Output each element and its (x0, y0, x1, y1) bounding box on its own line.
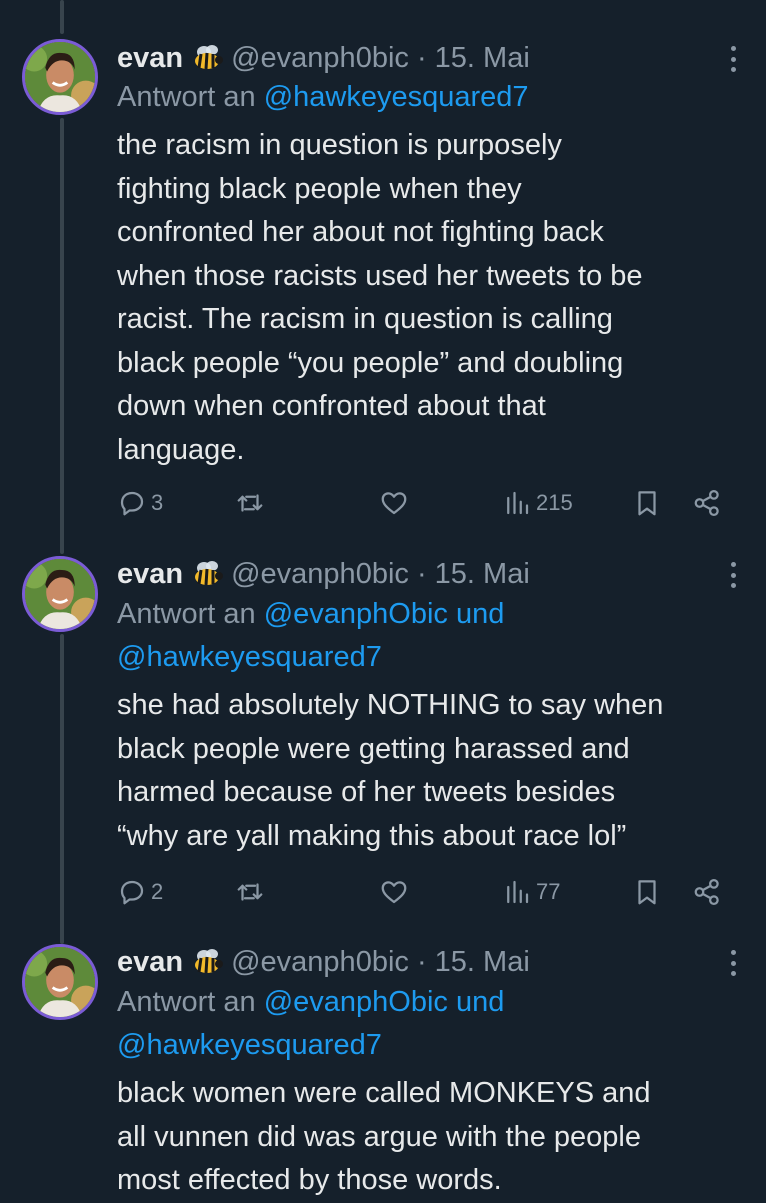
mention-link[interactable]: @evanphObic und (264, 986, 505, 1018)
avatar[interactable] (22, 944, 98, 1020)
tweet[interactable]: evan @evanph0bic · 15. Mai Antwort an @ev… (0, 554, 766, 934)
tweet-date[interactable]: · 15. Mai (417, 42, 530, 74)
reply-to-line: Antwort an @hawkeyesquared7 (117, 76, 747, 119)
author-name[interactable]: evan (117, 558, 183, 590)
tweet-date[interactable]: · 15. Mai (417, 946, 530, 978)
views-button[interactable]: 215 (502, 483, 573, 523)
heart-icon (381, 881, 407, 904)
retweet-button[interactable] (235, 872, 265, 912)
share-icon (694, 879, 719, 905)
tweet-date[interactable]: · 15. Mai (417, 558, 530, 590)
bee-icon (191, 43, 225, 71)
tweet-text: black women were called MONKEYS and all … (117, 1077, 651, 1196)
reply-button[interactable]: 2 (117, 872, 163, 912)
mention-link[interactable]: @hawkeyesquared7 (264, 81, 529, 113)
like-button[interactable] (379, 872, 409, 912)
avatar[interactable] (22, 556, 98, 632)
views-icon (507, 880, 529, 904)
reply-button[interactable]: 3 (117, 483, 163, 523)
tweet[interactable]: evan @evanph0bic · 15. Mai Antwort an @ha… (0, 38, 766, 538)
more-icon[interactable] (726, 558, 740, 592)
views-icon (507, 491, 529, 515)
tweet-header: evan @evanph0bic · 15. Mai (117, 554, 530, 594)
views-count: 77 (536, 879, 561, 904)
reply-prefix: Antwort an (117, 986, 264, 1018)
bookmark-icon (638, 880, 656, 905)
more-icon[interactable] (726, 42, 740, 76)
bookmark-icon (638, 491, 656, 516)
reply-to-line: Antwort an @evanphObic und @hawkeyesquar… (117, 593, 747, 679)
views-count: 215 (536, 490, 573, 515)
reply-prefix: Antwort an (117, 598, 264, 630)
reply-count: 3 (151, 490, 164, 515)
action-bar: 3 215 (117, 483, 737, 523)
mention-link[interactable]: @hawkeyesquared7 (117, 1029, 382, 1061)
mention-link[interactable]: @evanphObic und (264, 598, 505, 630)
retweet-icon (237, 494, 263, 512)
like-button[interactable] (379, 483, 409, 523)
retweet-icon (237, 883, 263, 901)
share-icon (694, 490, 719, 516)
avatar[interactable] (22, 39, 98, 115)
tweet-header: evan @evanph0bic · 15. Mai (117, 942, 530, 982)
bee-icon (191, 947, 225, 975)
tweet[interactable]: evan @evanph0bic · 15. Mai Antwort an @ev… (0, 942, 766, 1200)
reply-prefix: Antwort an (117, 81, 264, 113)
author-name[interactable]: evan (117, 946, 183, 978)
author-name[interactable]: evan (117, 42, 183, 74)
bee-icon (191, 559, 225, 587)
tweet-text: she had absolutely NOTHING to say when b… (117, 689, 664, 852)
author-handle[interactable]: @evanph0bic (231, 946, 409, 978)
heart-icon (381, 492, 407, 515)
reply-icon (120, 880, 144, 905)
bookmark-button[interactable] (632, 872, 662, 912)
reply-to-line: Antwort an @evanphObic und @hawkeyesquar… (117, 981, 747, 1067)
author-handle[interactable]: @evanph0bic (231, 558, 409, 590)
thread-line-top (60, 0, 64, 34)
retweet-button[interactable] (235, 483, 265, 523)
share-button[interactable] (692, 872, 722, 912)
more-icon[interactable] (726, 946, 740, 980)
share-button[interactable] (692, 483, 722, 523)
tweet-header: evan @evanph0bic · 15. Mai (117, 38, 530, 78)
author-handle[interactable]: @evanph0bic (231, 42, 409, 74)
action-bar: 2 77 (117, 872, 737, 912)
bookmark-button[interactable] (632, 483, 662, 523)
reply-icon (120, 491, 144, 516)
mention-link[interactable]: @hawkeyesquared7 (117, 641, 382, 673)
views-button[interactable]: 77 (502, 872, 560, 912)
reply-count: 2 (151, 879, 164, 904)
tweet-text: the racism in question is purposely figh… (117, 129, 643, 466)
